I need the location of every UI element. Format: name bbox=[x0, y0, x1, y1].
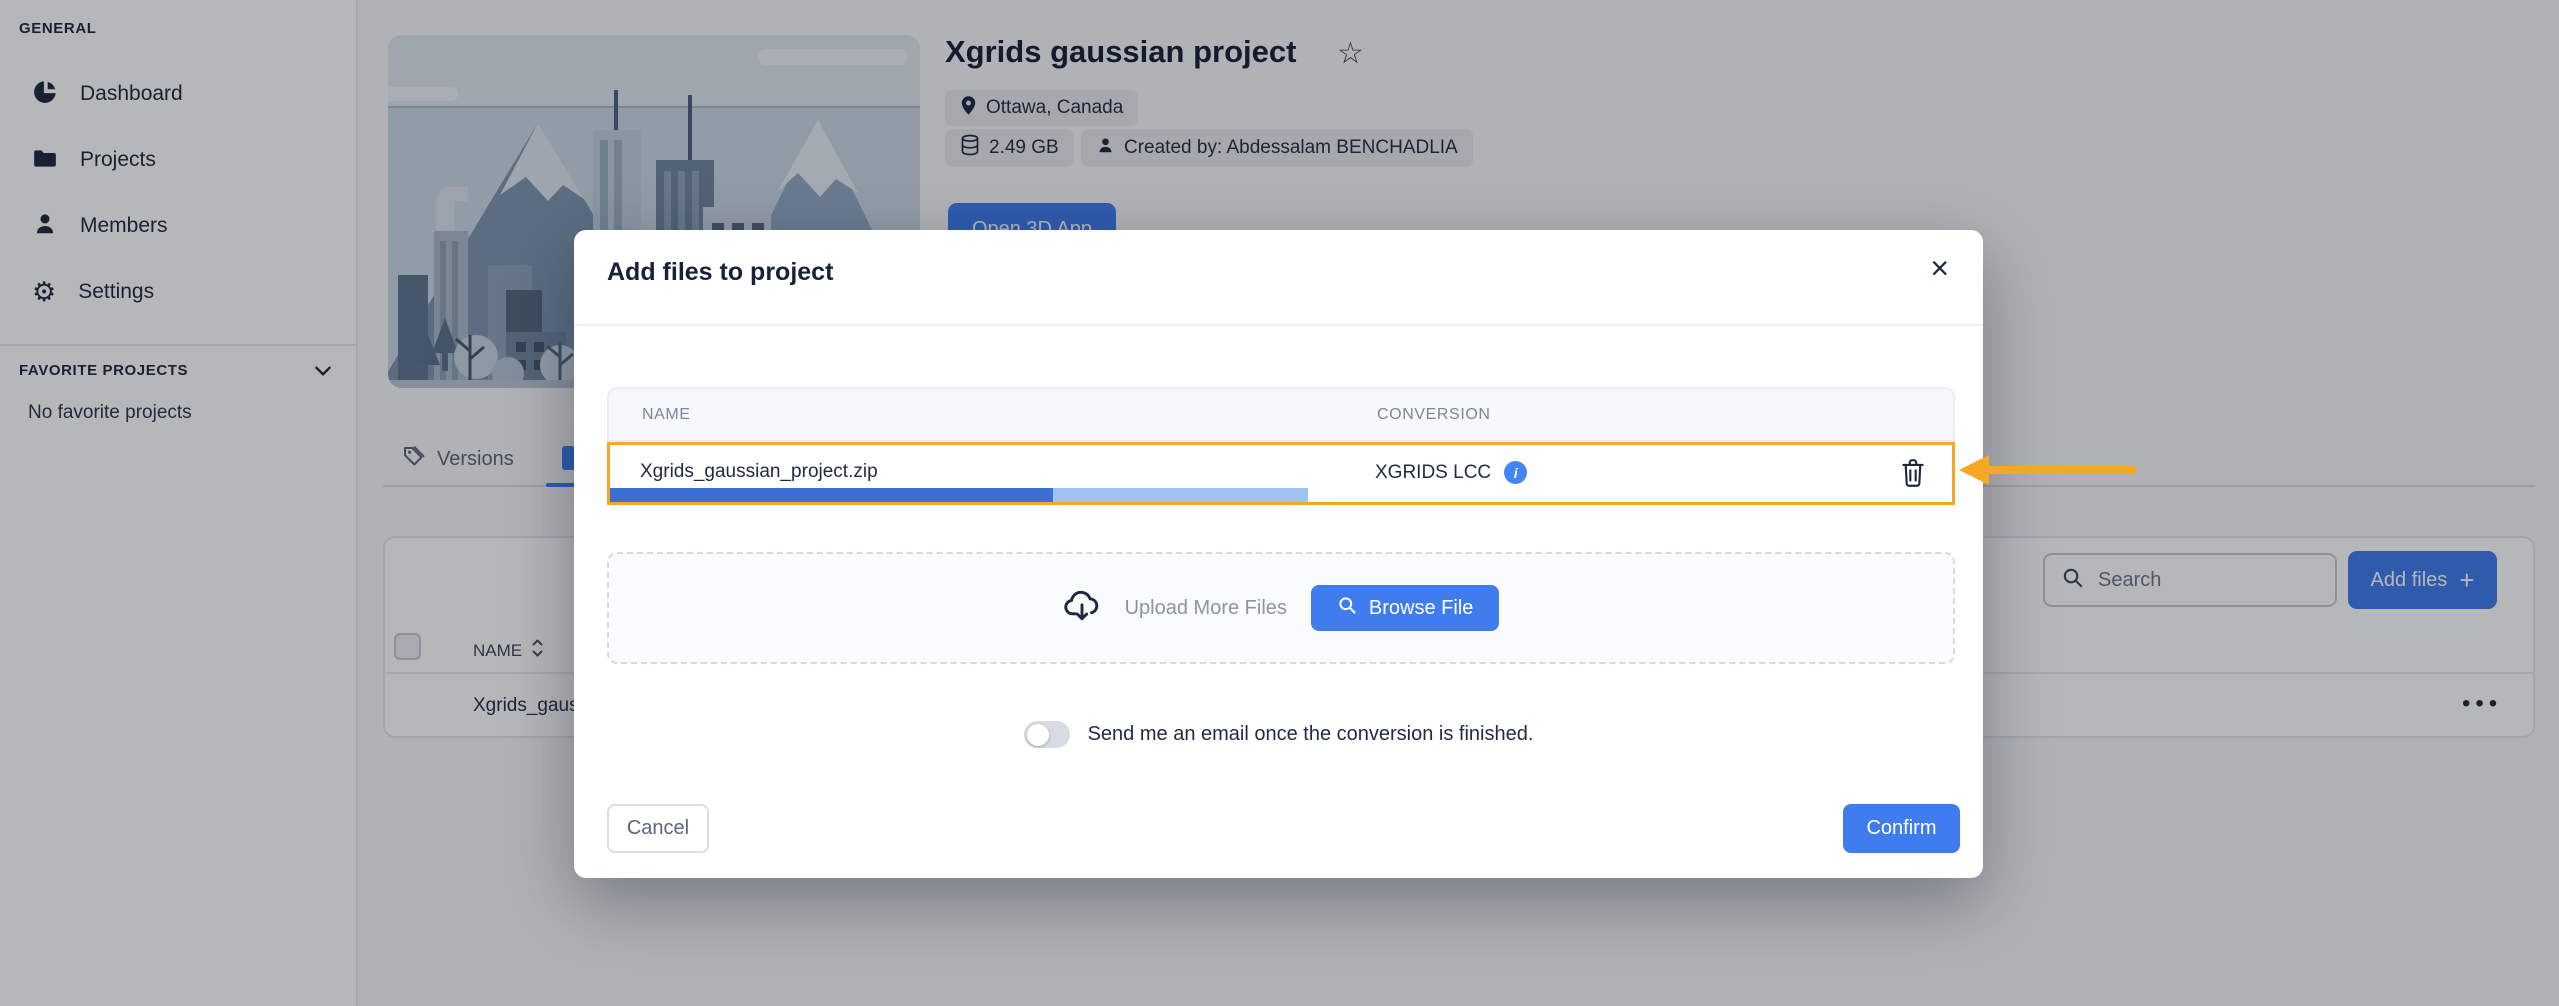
file-name: Xgrids_gaussian_project.zip bbox=[640, 461, 878, 483]
conversion-value: XGRIDS LCC bbox=[1375, 462, 1491, 484]
browse-file-label: Browse File bbox=[1369, 597, 1473, 620]
search-icon bbox=[1337, 595, 1357, 621]
app-root: GENERAL Dashboard Projects Members ⚙ Set… bbox=[0, 0, 2559, 1006]
delete-file-button[interactable] bbox=[1900, 458, 1926, 491]
upload-files-table: NAME CONVERSION Xgrids_gaussian_project.… bbox=[607, 387, 1955, 505]
add-files-modal: Add files to project × NAME CONVERSION X… bbox=[574, 230, 1983, 878]
confirm-button[interactable]: Confirm bbox=[1843, 804, 1960, 853]
upload-dropzone[interactable]: Upload More Files Browse File bbox=[607, 552, 1955, 664]
email-toggle-row: Send me an email once the conversion is … bbox=[574, 721, 1983, 748]
progress-light-segment bbox=[1053, 488, 1308, 502]
uploading-file-row: Xgrids_gaussian_project.zip XGRIDS LCC i bbox=[607, 442, 1955, 505]
upload-table-header: NAME CONVERSION bbox=[607, 387, 1955, 442]
upload-hint-text: Upload More Files bbox=[1125, 597, 1287, 620]
toggle-knob bbox=[1027, 724, 1049, 746]
trash-icon bbox=[1900, 458, 1926, 488]
conversion-column-header: CONVERSION bbox=[1377, 406, 1491, 424]
annotation-arrow-head bbox=[1959, 455, 1989, 485]
name-column-header: NAME bbox=[642, 406, 691, 424]
email-toggle-switch[interactable] bbox=[1024, 721, 1070, 748]
file-conversion: XGRIDS LCC i bbox=[1375, 461, 1527, 484]
cancel-button[interactable]: Cancel bbox=[607, 804, 709, 853]
cloud-download-icon bbox=[1063, 588, 1101, 629]
email-toggle-label: Send me an email once the conversion is … bbox=[1088, 723, 1534, 746]
upload-progress-bar bbox=[610, 488, 1952, 502]
browse-file-button[interactable]: Browse File bbox=[1311, 585, 1499, 631]
info-icon[interactable]: i bbox=[1504, 461, 1527, 484]
modal-header-divider bbox=[574, 324, 1983, 326]
modal-title: Add files to project bbox=[607, 258, 833, 287]
progress-solid-segment bbox=[610, 488, 1053, 502]
annotation-arrow-line bbox=[1988, 466, 2136, 474]
close-icon[interactable]: × bbox=[1930, 252, 1949, 284]
